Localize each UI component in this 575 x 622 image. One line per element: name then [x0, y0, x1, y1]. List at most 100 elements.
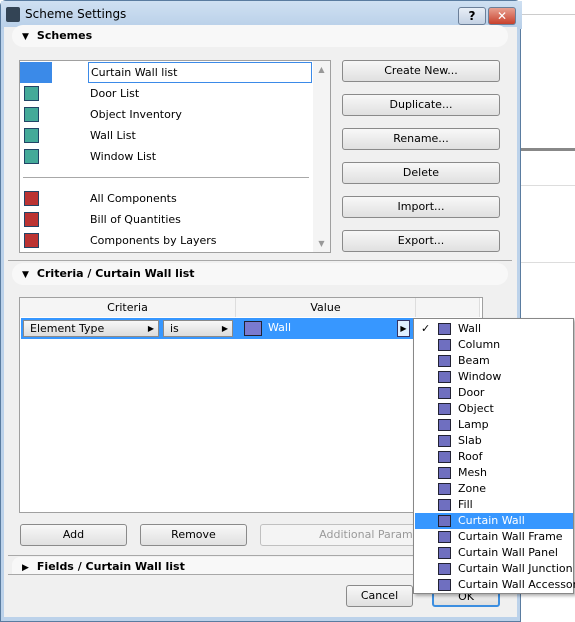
list-item[interactable]: Wall List: [20, 125, 312, 146]
door-icon: [438, 387, 451, 399]
column-header-value[interactable]: Value: [236, 298, 416, 317]
list-item[interactable]: Curtain Wall list: [20, 62, 312, 83]
column-header-extra: [416, 298, 480, 317]
object-icon: [438, 403, 451, 415]
menu-item-wall[interactable]: ✓ Wall: [415, 321, 573, 337]
list-item[interactable]: Components by Layers: [20, 230, 312, 251]
import-button[interactable]: Import...: [342, 196, 500, 218]
menu-item-column[interactable]: Column: [415, 337, 573, 353]
list-item[interactable]: Object Inventory: [20, 104, 312, 125]
menu-item-slab[interactable]: Slab: [415, 433, 573, 449]
curtain-wall-junction-icon: [438, 563, 451, 575]
menu-item-object[interactable]: Object: [415, 401, 573, 417]
component-scheme-icon: [24, 233, 39, 248]
menu-item-label: Window: [458, 370, 502, 383]
collapse-triangle-icon: ▼: [22, 270, 29, 280]
menu-item-label: Curtain Wall Junction: [458, 562, 573, 575]
table-row[interactable]: Element Type ▶ is ▶ Wall ▶: [21, 318, 481, 339]
menu-item-curtain-wall-frame[interactable]: Curtain Wall Frame: [415, 529, 573, 545]
list-divider: [23, 177, 309, 178]
menu-item-curtain-wall-accessory[interactable]: Curtain Wall Accessory: [415, 577, 575, 593]
scroll-down-icon[interactable]: ▼: [313, 239, 330, 248]
value-text: Wall: [268, 321, 292, 334]
roof-icon: [438, 451, 451, 463]
menu-item-curtain-wall-junction[interactable]: Curtain Wall Junction: [415, 561, 573, 577]
divider: [8, 260, 512, 261]
create-new-button[interactable]: Create New...: [342, 60, 500, 82]
menu-item-zone[interactable]: Zone: [415, 481, 573, 497]
item-label: Object Inventory: [90, 108, 182, 121]
menu-item-label: Curtain Wall Frame: [458, 530, 563, 543]
menu-item-label: Beam: [458, 354, 490, 367]
element-scheme-icon: [24, 149, 39, 164]
list-item[interactable]: Window List: [20, 146, 312, 167]
menu-item-fill[interactable]: Fill: [415, 497, 573, 513]
menu-item-curtain-wall[interactable]: Curtain Wall: [415, 513, 573, 529]
value-dropdown-button[interactable]: ▶: [397, 320, 410, 337]
criterion-dropdown[interactable]: Element Type ▶: [23, 320, 159, 337]
curtain-wall-icon: [438, 515, 451, 527]
menu-item-curtain-wall-panel[interactable]: Curtain Wall Panel: [415, 545, 573, 561]
item-label: All Components: [90, 192, 177, 205]
curtain-wall-frame-icon: [438, 531, 451, 543]
criteria-section-header[interactable]: ▼ Criteria / Curtain Wall list: [12, 263, 508, 285]
arrow-right-icon: ▶: [221, 324, 228, 333]
item-label: Wall List: [90, 129, 136, 142]
element-scheme-icon: [24, 128, 39, 143]
operator-value: is: [170, 322, 179, 335]
menu-item-door[interactable]: Door: [415, 385, 573, 401]
item-label: Curtain Wall list: [88, 62, 312, 83]
section-title: Criteria / Curtain Wall list: [36, 267, 195, 280]
operator-dropdown[interactable]: is ▶: [163, 320, 233, 337]
export-button[interactable]: Export...: [342, 230, 500, 252]
column-header-criteria[interactable]: Criteria: [20, 298, 236, 317]
menu-item-label: Slab: [458, 434, 482, 447]
cancel-button[interactable]: Cancel: [346, 585, 413, 607]
lamp-icon: [438, 419, 451, 431]
mesh-icon: [438, 467, 451, 479]
checkmark-icon: ✓: [421, 322, 431, 335]
menu-item-window[interactable]: Window: [415, 369, 573, 385]
menu-item-label: Door: [458, 386, 485, 399]
menu-item-beam[interactable]: Beam: [415, 353, 573, 369]
arrow-right-icon: ▶: [147, 324, 154, 333]
list-item[interactable]: Door List: [20, 83, 312, 104]
beam-icon: [438, 355, 451, 367]
menu-item-roof[interactable]: Roof: [415, 449, 573, 465]
component-scheme-icon: [24, 212, 39, 227]
criterion-value: Element Type: [30, 322, 105, 335]
menu-item-label: Object: [458, 402, 494, 415]
wall-icon: [244, 321, 262, 336]
fill-icon: [438, 499, 451, 511]
duplicate-button[interactable]: Duplicate...: [342, 94, 500, 116]
list-item[interactable]: All Components: [20, 188, 312, 209]
element-scheme-icon: [20, 62, 52, 83]
scrollbar[interactable]: ▲ ▼: [313, 61, 330, 252]
menu-item-label: Mesh: [458, 466, 487, 479]
remove-button[interactable]: Remove: [140, 524, 247, 546]
expand-triangle-icon: ▶: [22, 563, 29, 573]
menu-item-label: Curtain Wall: [458, 514, 525, 527]
zone-icon: [438, 483, 451, 495]
item-label: Components by Layers: [90, 234, 217, 247]
element-type-menu[interactable]: ✓ Wall Column Beam Window Door Object Lamp Slab R…: [413, 318, 575, 594]
close-button[interactable]: ✕: [488, 7, 516, 25]
item-label: Door List: [90, 87, 140, 100]
help-button[interactable]: ?: [458, 7, 486, 25]
schemes-section-header[interactable]: ▼ Schemes: [12, 25, 508, 47]
collapse-triangle-icon: ▼: [22, 32, 29, 42]
list-item[interactable]: Bill of Quantities: [20, 209, 312, 230]
element-scheme-icon: [24, 107, 39, 122]
scroll-up-icon[interactable]: ▲: [313, 61, 330, 74]
wall-icon: [438, 323, 451, 335]
rename-button[interactable]: Rename...: [342, 128, 500, 150]
delete-button[interactable]: Delete: [342, 162, 500, 184]
schemes-list[interactable]: Curtain Wall list Door List Object Inven…: [19, 60, 331, 253]
section-title: Fields / Curtain Wall list: [36, 560, 185, 573]
menu-item-mesh[interactable]: Mesh: [415, 465, 573, 481]
menu-item-lamp[interactable]: Lamp: [415, 417, 573, 433]
menu-item-label: Wall: [458, 322, 482, 335]
menu-item-label: Roof: [458, 450, 483, 463]
add-button[interactable]: Add: [20, 524, 127, 546]
menu-item-label: Zone: [458, 482, 487, 495]
